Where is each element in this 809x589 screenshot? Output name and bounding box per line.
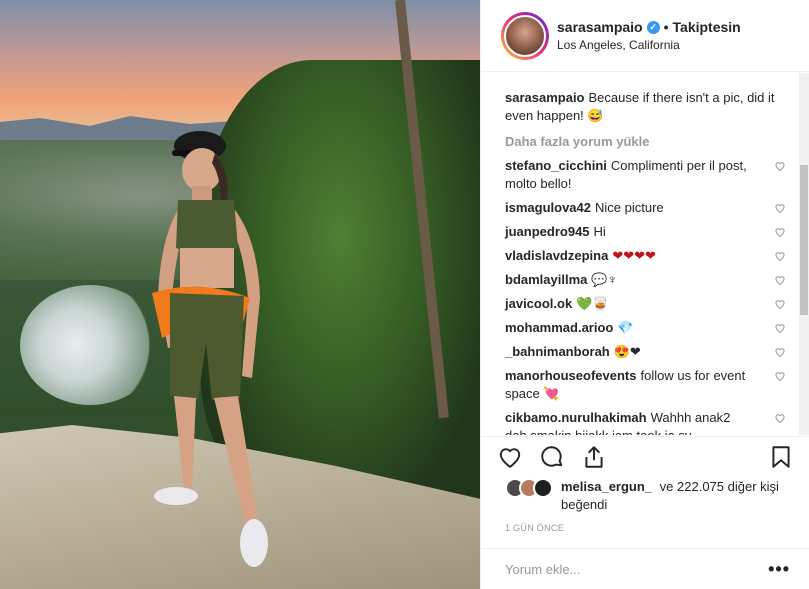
comment-item: javicool.ok 💚🥃: [505, 295, 786, 313]
comment-item: vladislavdzepina ❤❤❤❤: [505, 247, 786, 265]
heart-icon[interactable]: [774, 250, 786, 262]
comment-item: manorhouseofevents follow us for event sp…: [505, 367, 786, 403]
comment-text: Hi: [593, 224, 606, 239]
post-photo[interactable]: [0, 0, 480, 589]
heart-icon[interactable]: [774, 274, 786, 286]
likes-text: melisa_ergun_ ve 222.075 diğer kişi beğe…: [561, 478, 795, 514]
liker-avatars[interactable]: [505, 478, 553, 514]
post-timestamp[interactable]: 1 GÜN ÖNCE: [505, 523, 564, 533]
comment-username[interactable]: juanpedro945: [505, 224, 590, 239]
comment-item: juanpedro945 Hi: [505, 223, 786, 241]
comment-text: 😍❤: [613, 344, 641, 359]
comment-text: 💬♆: [591, 272, 618, 287]
comment-item: ismagulova42 Nice picture: [505, 199, 786, 217]
comment-item: mohammad.arioo 💎: [505, 319, 786, 337]
comments-scrollbar[interactable]: [799, 73, 809, 435]
bookmark-icon[interactable]: [768, 444, 794, 470]
separator-dot: •: [663, 19, 669, 35]
heart-icon[interactable]: [774, 346, 786, 358]
load-more-comments-button[interactable]: Daha fazla yorum yükle: [505, 134, 786, 149]
liker-username[interactable]: melisa_ergun_: [561, 479, 652, 494]
comment-item: _bahnimanborah 😍❤: [505, 343, 786, 361]
comment-text: 💚🥃: [576, 296, 609, 311]
comment-item: cikbamo.nurulhakimahWahhh anak2 dah smak…: [505, 409, 786, 435]
white-flowering-bush: [20, 285, 160, 405]
comment-username[interactable]: manorhouseofevents: [505, 368, 636, 383]
comments-list[interactable]: sarasampaio Because if there isn't a pic,…: [481, 73, 809, 435]
heart-icon[interactable]: [774, 412, 786, 424]
comment-username[interactable]: vladislavdzepina: [505, 248, 608, 263]
location-link[interactable]: Los Angeles, California: [557, 38, 741, 52]
post-header: sarasampaio ✓ • Takiptesin Los Angeles, …: [481, 0, 809, 72]
header-text: sarasampaio ✓ • Takiptesin Los Angeles, …: [557, 19, 741, 52]
heart-icon[interactable]: [774, 226, 786, 238]
comment-username[interactable]: _bahnimanborah: [505, 344, 610, 359]
caption-username[interactable]: sarasampaio: [505, 90, 585, 105]
comment-username[interactable]: bdamlayillma: [505, 272, 587, 287]
woman-figure: [152, 131, 268, 567]
comment-bubble-icon[interactable]: [539, 444, 565, 470]
comment-username[interactable]: cikbamo.nurulhakimah: [505, 410, 647, 425]
comment-input[interactable]: [505, 561, 769, 577]
post-details-panel: sarasampaio ✓ • Takiptesin Los Angeles, …: [480, 0, 809, 589]
share-icon[interactable]: [581, 444, 607, 470]
follow-status-button[interactable]: Takiptesin: [673, 19, 741, 35]
heart-icon[interactable]: [497, 444, 523, 470]
avatar: [533, 478, 553, 498]
comment-item: stefano_cicchini Complimenti per il post,…: [505, 157, 786, 193]
instagram-post: sarasampaio ✓ • Takiptesin Los Angeles, …: [0, 0, 809, 589]
comment-text: 💎: [617, 320, 634, 335]
comment-text: Nice picture: [595, 200, 664, 215]
scrollbar-thumb[interactable]: [800, 165, 808, 315]
comment-item: bdamlayillma 💬♆: [505, 271, 786, 289]
comment-username[interactable]: stefano_cicchini: [505, 158, 607, 173]
username-link[interactable]: sarasampaio: [557, 19, 643, 35]
comment-username[interactable]: javicool.ok: [505, 296, 572, 311]
comment-username[interactable]: ismagulova42: [505, 200, 591, 215]
verified-badge-icon: ✓: [646, 20, 660, 34]
heart-icon[interactable]: [774, 322, 786, 334]
caption: sarasampaio Because if there isn't a pic,…: [505, 89, 786, 125]
avatar-image: [504, 14, 546, 57]
more-options-icon[interactable]: •••: [768, 559, 790, 580]
likes-summary: melisa_ergun_ ve 222.075 diğer kişi beğe…: [505, 478, 795, 514]
avatar[interactable]: [501, 11, 549, 60]
heart-icon[interactable]: [774, 298, 786, 310]
add-comment-bar: •••: [481, 548, 809, 589]
comment-username[interactable]: mohammad.arioo: [505, 320, 613, 335]
heart-icon[interactable]: [774, 160, 786, 172]
action-bar: [481, 436, 809, 476]
comment-text: ❤❤❤❤: [612, 248, 656, 263]
header-line: sarasampaio ✓ • Takiptesin: [557, 19, 741, 35]
heart-icon[interactable]: [774, 370, 786, 382]
heart-icon[interactable]: [774, 202, 786, 214]
